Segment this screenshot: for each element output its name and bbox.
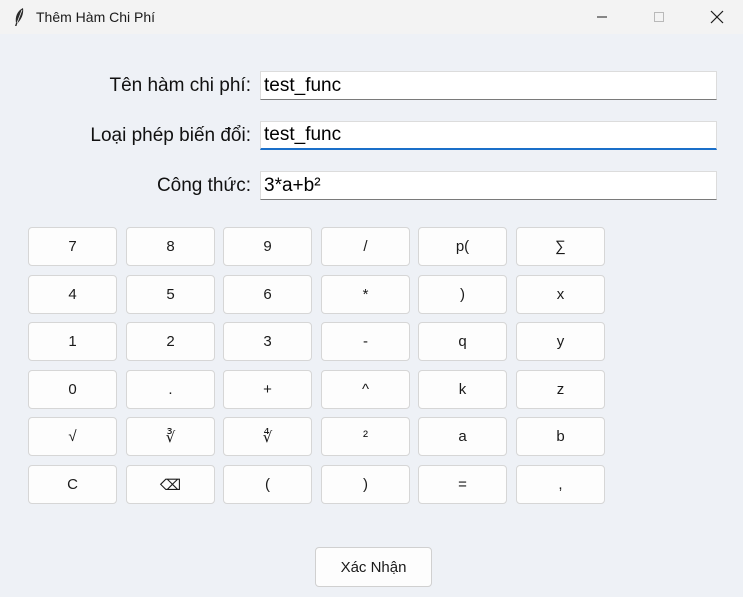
maximize-icon (654, 12, 664, 22)
title-bar: Thêm Hàm Chi Phí (0, 0, 743, 34)
cost-function-name-input[interactable] (260, 71, 717, 100)
key-button[interactable]: 4 (28, 275, 117, 314)
key-button[interactable]: ² (321, 417, 410, 456)
confirm-button[interactable]: Xác Nhận (315, 547, 432, 587)
key-button[interactable]: √ (28, 417, 117, 456)
key-button[interactable]: 3 (223, 322, 312, 361)
key-button[interactable]: a (418, 417, 507, 456)
key-button[interactable]: q (418, 322, 507, 361)
key-button[interactable]: 9 (223, 227, 312, 266)
key-button[interactable]: x (516, 275, 605, 314)
key-button[interactable]: = (418, 465, 507, 504)
key-button[interactable]: y (516, 322, 605, 361)
cost-function-name-label: Tên hàm chi phí: (109, 75, 251, 96)
key-button[interactable]: ∛ (126, 417, 215, 456)
feather-icon (15, 8, 24, 26)
transform-type-label: Loại phép biến đổi: (90, 125, 251, 146)
key-button[interactable]: 8 (126, 227, 215, 266)
key-button[interactable]: k (418, 370, 507, 409)
key-button[interactable]: 5 (126, 275, 215, 314)
key-button[interactable]: ⌫ (126, 465, 215, 504)
close-button[interactable] (689, 0, 743, 34)
key-button[interactable]: ) (418, 275, 507, 314)
key-button[interactable]: / (321, 227, 410, 266)
key-button[interactable]: 2 (126, 322, 215, 361)
key-button[interactable]: 7 (28, 227, 117, 266)
key-button[interactable]: + (223, 370, 312, 409)
key-button[interactable]: p( (418, 227, 507, 266)
window-title: Thêm Hàm Chi Phí (36, 9, 156, 25)
key-button[interactable]: ∑ (516, 227, 605, 266)
formula-label: Công thức: (156, 175, 251, 196)
key-button[interactable]: 6 (223, 275, 312, 314)
key-button[interactable]: ( (223, 465, 312, 504)
close-icon (710, 10, 724, 24)
key-button[interactable]: ∜ (223, 417, 312, 456)
key-button[interactable]: , (516, 465, 605, 504)
key-button[interactable]: * (321, 275, 410, 314)
formula-input[interactable] (260, 171, 717, 200)
transform-type-input[interactable] (260, 121, 717, 150)
key-button[interactable]: 1 (28, 322, 117, 361)
key-button[interactable]: ^ (321, 370, 410, 409)
key-button[interactable]: z (516, 370, 605, 409)
minimize-icon (597, 16, 607, 18)
key-button[interactable]: ) (321, 465, 410, 504)
key-button[interactable]: b (516, 417, 605, 456)
key-button[interactable]: . (126, 370, 215, 409)
maximize-button[interactable] (631, 0, 687, 34)
key-button[interactable]: - (321, 322, 410, 361)
key-button[interactable]: 0 (28, 370, 117, 409)
minimize-button[interactable] (574, 0, 630, 34)
key-button[interactable]: C (28, 465, 117, 504)
